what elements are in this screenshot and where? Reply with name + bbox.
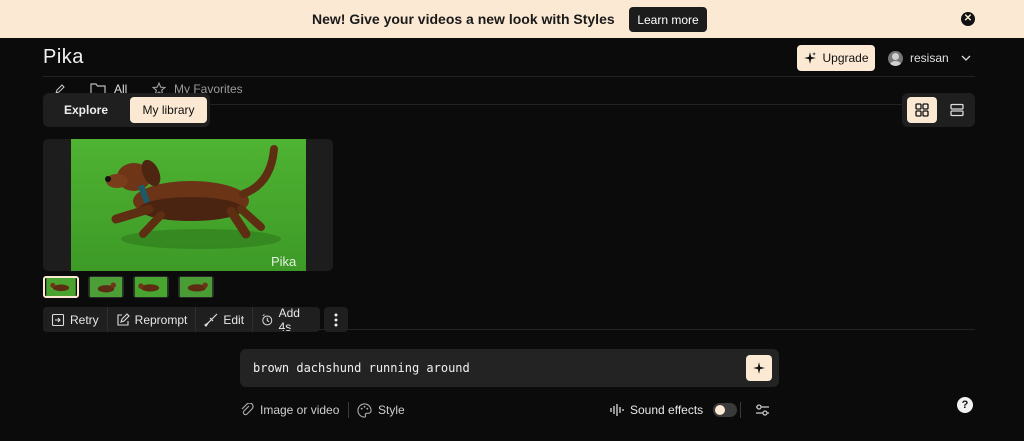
header-divider: [43, 76, 975, 77]
reprompt-label: Reprompt: [134, 312, 188, 327]
list-view-button[interactable]: [942, 97, 972, 123]
view-toggle: [902, 93, 975, 127]
sound-effects-switch[interactable]: [713, 403, 738, 417]
library-toggle: Explore My library: [43, 93, 210, 127]
help-icon[interactable]: ?: [957, 397, 973, 413]
grid-view-button[interactable]: [907, 97, 937, 123]
chevron-down-icon: [961, 55, 971, 61]
upgrade-label: Upgrade: [822, 51, 869, 65]
announcement-banner: New! Give your videos a new look with St…: [0, 0, 1024, 38]
thumbnail-4[interactable]: [178, 276, 214, 298]
settings-button[interactable]: [755, 401, 770, 419]
thumbnail-3[interactable]: [133, 276, 169, 298]
user-menu[interactable]: resisan: [888, 49, 971, 67]
style-button[interactable]: Style: [357, 401, 405, 419]
grid-icon: [915, 103, 929, 117]
more-vertical-icon: [334, 313, 338, 326]
attach-label: Image or video: [260, 403, 340, 417]
learn-more-button[interactable]: Learn more: [629, 7, 707, 32]
content-divider: [43, 329, 975, 330]
close-banner-icon[interactable]: ✕: [961, 12, 975, 26]
options-divider-2: [740, 402, 741, 418]
sound-effects-toggle[interactable]: Sound effects: [609, 401, 738, 419]
pika-logo[interactable]: Pika: [43, 46, 84, 69]
upgrade-button[interactable]: Upgrade: [797, 45, 875, 71]
brush-icon: [204, 313, 218, 327]
banner-message: New! Give your videos a new look with St…: [312, 11, 615, 27]
sound-effects-label: Sound effects: [630, 403, 704, 417]
explore-tab[interactable]: Explore: [51, 97, 121, 123]
thumbnail-1[interactable]: [43, 276, 79, 298]
thumbnail-2[interactable]: [88, 276, 124, 298]
retry-icon: [51, 313, 65, 326]
video-card[interactable]: Pika: [43, 139, 333, 271]
rows-icon: [950, 103, 964, 117]
my-library-tab[interactable]: My library: [130, 97, 207, 123]
edit-label: Edit: [223, 312, 245, 327]
sparkle-icon: [753, 362, 765, 374]
palette-icon: [357, 402, 372, 418]
video-watermark: Pika: [271, 254, 297, 269]
prompt-input[interactable]: brown dachshund running around: [240, 349, 779, 387]
sliders-icon: [756, 404, 769, 416]
username: resisan: [910, 51, 949, 65]
sparkle-icon: [804, 52, 817, 64]
style-label: Style: [378, 403, 405, 417]
retry-label: Retry: [70, 312, 99, 327]
paperclip-icon: [241, 403, 254, 416]
avatar: [888, 50, 903, 66]
options-divider: [348, 402, 349, 418]
attach-media-button[interactable]: Image or video: [240, 401, 339, 419]
video-preview[interactable]: Pika: [71, 139, 306, 271]
edit-square-icon: [117, 312, 130, 326]
generate-button[interactable]: [746, 355, 772, 381]
variation-thumbnails: [43, 276, 214, 298]
timer-icon: [262, 313, 273, 325]
prompt-text[interactable]: brown dachshund running around: [253, 361, 470, 375]
sound-wave-icon: [610, 404, 624, 416]
